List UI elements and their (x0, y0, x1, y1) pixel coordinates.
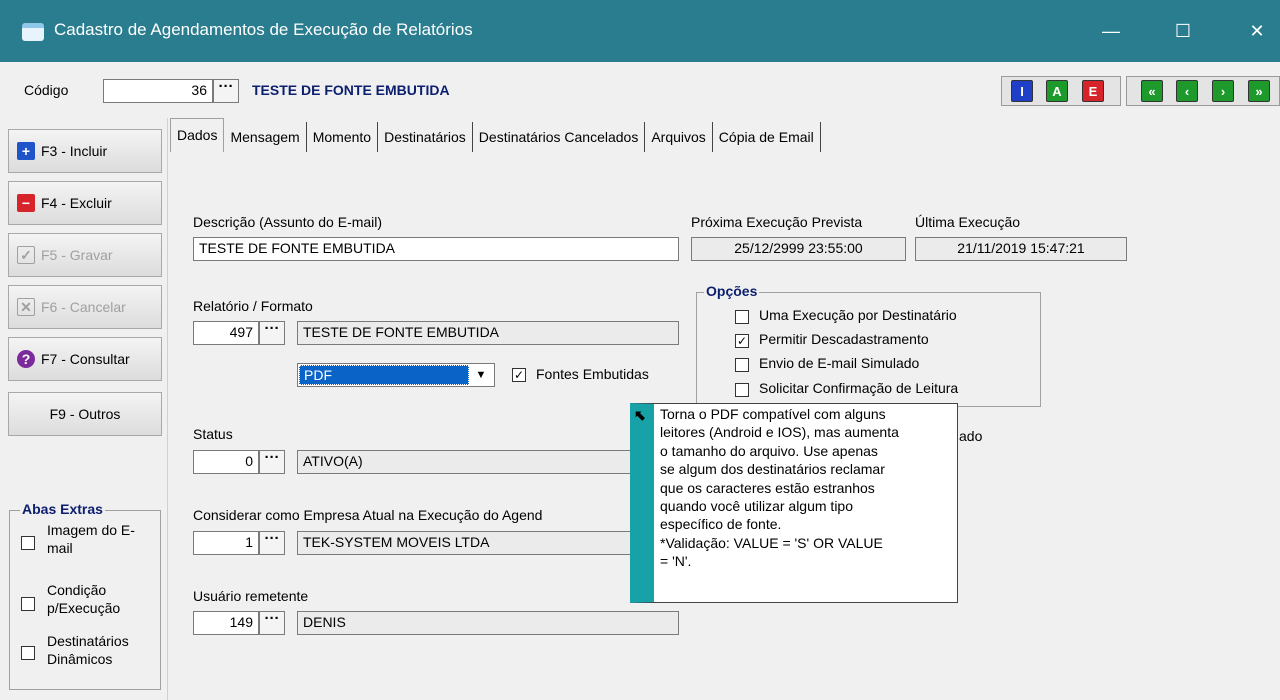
usuario-label: Usuário remetente (193, 588, 309, 604)
consultar-label: F7 - Consultar (41, 351, 130, 367)
status-name-field: ATIVO(A) (297, 450, 679, 474)
arrow-pointer-icon: ⬉ (634, 407, 646, 423)
cancelar-label: F6 - Cancelar (41, 299, 126, 315)
check-icon: ✓ (17, 246, 35, 264)
dinamicos-label: Destinatários Dinâmicos (47, 633, 129, 667)
tab-bar: Dados Mensagem Momento Destinatários Des… (170, 118, 821, 152)
excluir-button[interactable]: − F4 - Excluir (8, 181, 162, 225)
usuario-lookup-button[interactable]: ··· (259, 611, 285, 635)
tooltip-line: se algum dos destinatários reclamar (660, 461, 885, 478)
status-code-input[interactable]: 0 (193, 450, 259, 474)
obscured-label-fragment: ado (959, 428, 983, 444)
fontes-embutidas-checkbox[interactable]: ✓ (512, 368, 526, 382)
empresa-code-input[interactable]: 1 (193, 531, 259, 555)
tooltip-line: o tamanho do arquivo. Use apenas (660, 442, 878, 459)
imagem-label: Imagem do E-mail (47, 522, 135, 556)
window-title: Cadastro de Agendamentos de Execução de … (54, 20, 473, 39)
plus-icon: + (17, 142, 35, 160)
tooltip-line: leitores (Android e IOS), mas aumenta (660, 424, 899, 441)
first-record-button[interactable]: « (1141, 80, 1163, 102)
relatorio-name-field: TESTE DE FONTE EMBUTIDA (297, 321, 679, 345)
empresa-lookup-button[interactable]: ··· (259, 531, 285, 555)
record-title: TESTE DE FONTE EMBUTIDA (252, 82, 450, 98)
ultima-field: 21/11/2019 15:47:21 (915, 237, 1127, 261)
formato-selected-value: PDF (299, 365, 469, 385)
ultima-label: Última Execução (915, 214, 1021, 230)
header-bar: Código 36 ··· TESTE DE FONTE EMBUTIDA I … (0, 62, 1280, 118)
proxima-field: 25/12/2999 23:55:00 (691, 237, 906, 261)
codigo-lookup-button[interactable]: ··· (213, 79, 239, 103)
last-record-button[interactable]: » (1248, 80, 1270, 102)
previous-record-button[interactable]: ‹ (1176, 80, 1198, 102)
descricao-label: Descrição (Assunto do E-mail) (193, 214, 383, 230)
empresa-label: Considerar como Empresa Atual na Execuçã… (193, 507, 543, 523)
tab-destinatarios[interactable]: Destinatários (378, 122, 473, 152)
tooltip-line: específico de fonte. (660, 516, 782, 533)
codigo-label: Código (24, 82, 69, 98)
delete-mode-button[interactable]: E (1082, 80, 1104, 102)
tab-arquivos[interactable]: Arquivos (645, 122, 713, 152)
relatorio-lookup-button[interactable]: ··· (259, 321, 285, 345)
usuario-code-input[interactable]: 149 (193, 611, 259, 635)
imagem-checkbox[interactable] (21, 536, 35, 550)
dinamicos-checkbox[interactable] (21, 646, 35, 660)
empresa-name-field: TEK-SYSTEM MOVEIS LTDA (297, 531, 679, 555)
uma-execucao-checkbox[interactable] (735, 310, 749, 324)
tab-momento[interactable]: Momento (307, 122, 379, 152)
relatorio-code-input[interactable]: 497 (193, 321, 259, 345)
title-bar: Cadastro de Agendamentos de Execução de … (0, 0, 1280, 62)
gravar-label: F5 - Gravar (41, 247, 113, 263)
maximize-button[interactable]: ☐ (1160, 14, 1206, 48)
insert-mode-button[interactable]: I (1011, 80, 1033, 102)
tooltip-line: Torna o PDF compatível com alguns (660, 406, 886, 422)
chevron-down-icon[interactable]: ▼ (469, 365, 493, 385)
solicitar-confirmacao-label: Solicitar Confirmação de Leitura (759, 380, 959, 396)
edit-mode-button[interactable]: A (1046, 80, 1068, 102)
descricao-input[interactable]: TESTE DE FONTE EMBUTIDA (193, 237, 679, 261)
excluir-label: F4 - Excluir (41, 195, 112, 211)
tab-copia-email[interactable]: Cópia de Email (713, 122, 821, 152)
condicao-checkbox[interactable] (21, 597, 35, 611)
x-icon: ✕ (17, 298, 35, 316)
formato-select[interactable]: PDF ▼ (297, 363, 495, 387)
uma-execucao-label: Uma Execução por Destinatário (759, 307, 957, 323)
tooltip-line: que os caracteres estão estranhos (660, 479, 875, 496)
incluir-button[interactable]: + F3 - Incluir (8, 129, 162, 173)
proxima-label: Próxima Execução Prevista (691, 214, 863, 230)
incluir-label: F3 - Incluir (41, 143, 108, 159)
outros-button[interactable]: F9 - Outros (8, 392, 162, 436)
consultar-button[interactable]: ? F7 - Consultar (8, 337, 162, 381)
tooltip-line: *Validação: VALUE = 'S' OR VALUE (660, 534, 883, 551)
permitir-descadastramento-label: Permitir Descadastramento (759, 331, 929, 347)
question-icon: ? (17, 350, 35, 368)
app-icon (22, 23, 44, 41)
envio-simulado-label: Envio de E-mail Simulado (759, 355, 920, 371)
codigo-input[interactable]: 36 (103, 79, 213, 103)
abas-extras-title: Abas Extras (20, 501, 105, 517)
permitir-descadastramento-checkbox[interactable]: ✓ (735, 334, 749, 348)
close-button[interactable]: ✕ (1234, 14, 1280, 48)
opcoes-title: Opções (704, 283, 760, 299)
tab-mensagem[interactable]: Mensagem (224, 122, 307, 152)
relatorio-label: Relatório / Formato (193, 298, 313, 314)
usuario-name-field: DENIS (297, 611, 679, 635)
fontes-embutidas-tooltip: ⬉ Torna o PDF compatível com alguns leit… (630, 403, 958, 603)
tooltip-line: = 'N'. (660, 553, 692, 570)
fontes-embutidas-label: Fontes Embutidas (536, 366, 649, 382)
tab-destinatarios-cancelados[interactable]: Destinatários Cancelados (473, 122, 646, 152)
tooltip-line: quando você utilizar algum tipo (660, 498, 854, 515)
minimize-button[interactable]: — (1088, 14, 1134, 48)
outros-label: F9 - Outros (49, 406, 121, 422)
next-record-button[interactable]: › (1212, 80, 1234, 102)
cancelar-button[interactable]: ✕ F6 - Cancelar (8, 285, 162, 329)
gravar-button[interactable]: ✓ F5 - Gravar (8, 233, 162, 277)
solicitar-confirmacao-checkbox[interactable] (735, 383, 749, 397)
status-lookup-button[interactable]: ··· (259, 450, 285, 474)
condicao-label: Condição p/Execução (47, 582, 121, 616)
minus-icon: − (17, 194, 35, 212)
status-label: Status (193, 426, 233, 442)
envio-simulado-checkbox[interactable] (735, 358, 749, 372)
tab-dados[interactable]: Dados (170, 118, 225, 152)
